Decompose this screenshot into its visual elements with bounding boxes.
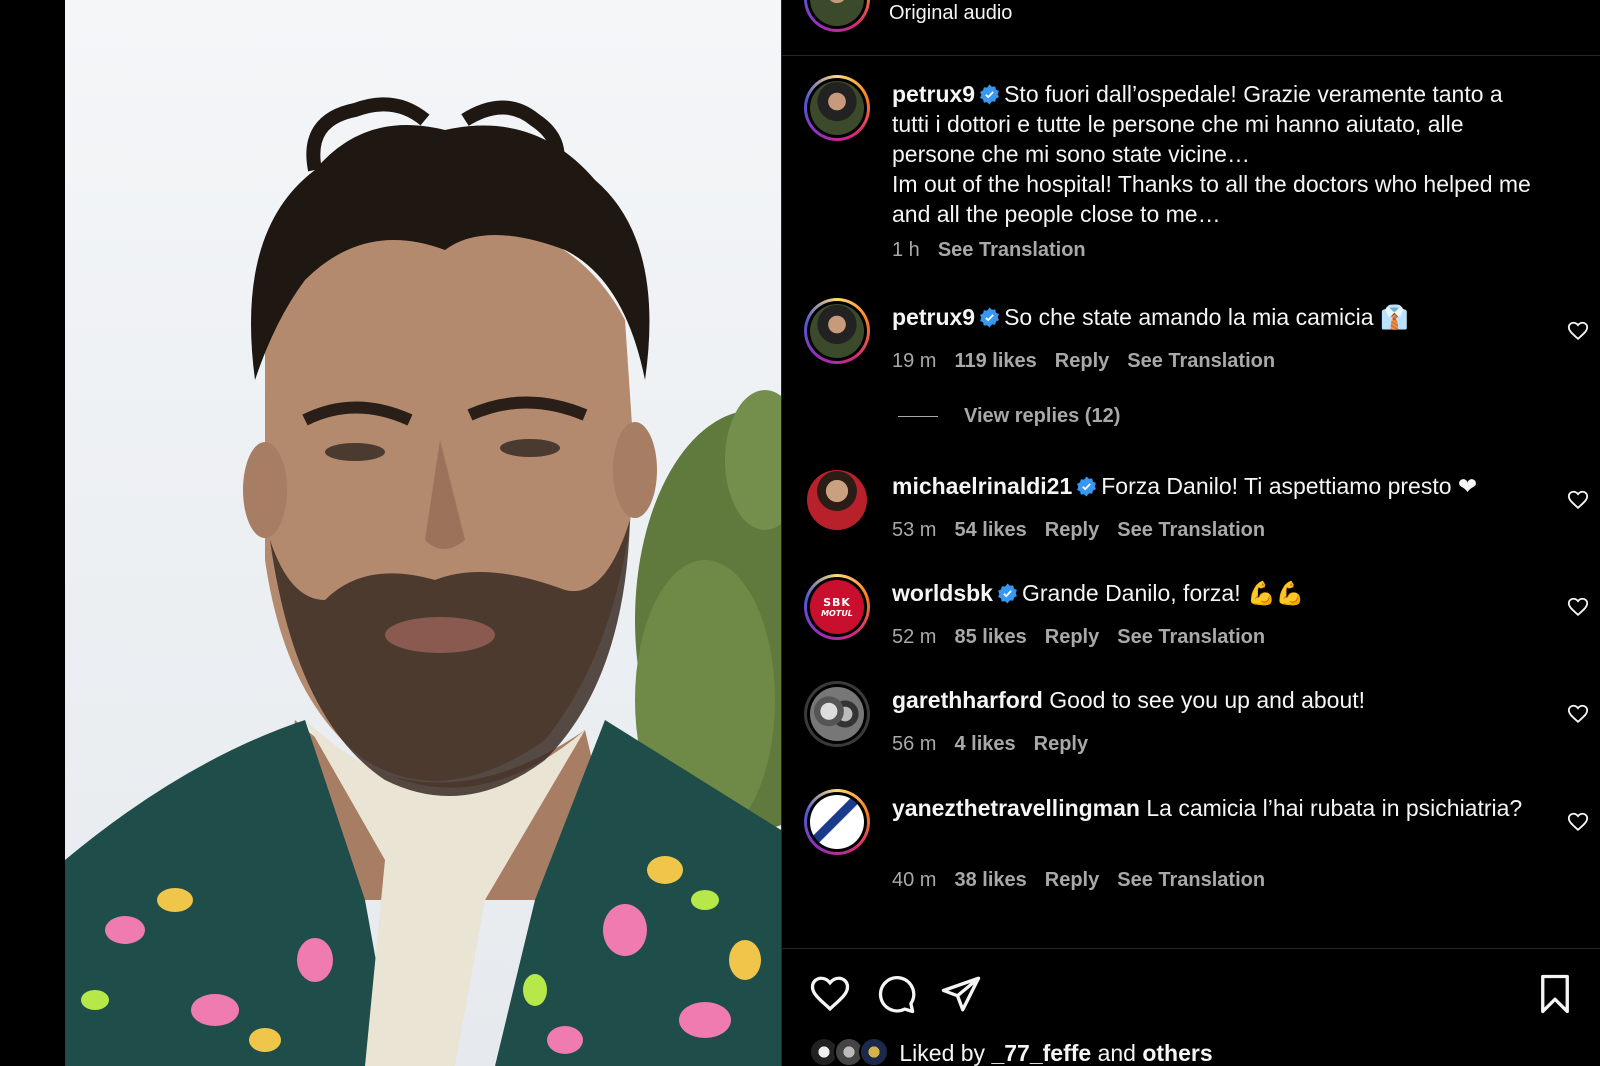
video-frame-illustration [65, 97, 781, 1066]
comments-panel: Original audio petrux9 Sto fuori dall’osp… [781, 0, 1600, 1066]
likes-count[interactable]: 54 likes [954, 519, 1026, 541]
liked-by-summary: Liked by _77_feffe and others [809, 1037, 1213, 1066]
verified-badge-icon [980, 84, 999, 105]
worldsbk-logo: SBK MOTUL [810, 580, 864, 634]
post-header: Original audio [782, 0, 1600, 56]
liked-by-prefix: Liked by [899, 1040, 986, 1066]
caption-time: 1 h [892, 239, 920, 261]
reply-button[interactable]: Reply [1045, 869, 1099, 891]
caption-text: petrux9 Sto fuori dall’ospedale! Grazie v… [892, 79, 1532, 229]
caption-meta: 1 h See Translation [892, 239, 1104, 262]
comment-meta: 56 m 4 likes Reply [892, 733, 1106, 756]
likes-count[interactable]: 4 likes [954, 733, 1015, 755]
view-replies-label: View replies (12) [964, 405, 1121, 427]
like-heart-icon[interactable] [1567, 811, 1589, 833]
comment-text: worldsbk Grande Danilo, forza! 💪💪 [892, 578, 1532, 608]
liker-avatars[interactable] [809, 1037, 893, 1066]
reply-button[interactable]: Reply [1045, 519, 1099, 541]
media-panel [0, 0, 781, 1066]
reply-button[interactable]: Reply [1055, 350, 1109, 372]
comment-text: petrux9 So che state amando la mia camici… [892, 302, 1532, 332]
avatar[interactable] [804, 75, 870, 141]
see-translation-link[interactable]: See Translation [938, 239, 1086, 261]
avatar[interactable] [804, 298, 870, 364]
comment-body: Good to see you up and about! [1049, 687, 1366, 713]
comment-text: garethharford Good to see you up and abo… [892, 685, 1532, 715]
comment-time: 19 m [892, 350, 937, 372]
verified-badge-icon [980, 307, 999, 328]
reply-button[interactable]: Reply [1034, 733, 1088, 755]
share-paper-plane-icon[interactable] [940, 973, 982, 1015]
comment-username[interactable]: michaelrinaldi21 [892, 473, 1072, 499]
comment-bubble-icon[interactable] [875, 973, 917, 1015]
author-avatar[interactable] [804, 0, 870, 32]
comment-time: 53 m [892, 519, 937, 541]
comment-meta: 19 m 119 likes Reply See Translation [892, 350, 1293, 373]
comment-username[interactable]: yanezthetravellingman [892, 795, 1140, 821]
comment-username[interactable]: worldsbk [892, 580, 993, 606]
likes-count[interactable]: 38 likes [954, 869, 1026, 891]
avatar[interactable] [804, 789, 870, 855]
avatar[interactable]: SBK MOTUL [804, 574, 870, 640]
bookmark-icon[interactable] [1534, 973, 1576, 1015]
comment-body: La camicia l’hai rubata in psichiatria? [1146, 795, 1523, 821]
comment-time: 40 m [892, 869, 937, 891]
likes-count[interactable]: 85 likes [954, 626, 1026, 648]
like-heart-icon[interactable] [809, 973, 851, 1015]
verified-badge-icon [1077, 476, 1097, 497]
comment-meta: 53 m 54 likes Reply See Translation [892, 519, 1283, 542]
comment-text: yanezthetravellingman La camicia l’hai r… [892, 793, 1532, 823]
comment-username[interactable]: garethharford [892, 687, 1043, 713]
caption-english: Im out of the hospital! Thanks to all th… [892, 171, 1531, 227]
like-heart-icon[interactable] [1567, 596, 1589, 618]
comment-time: 56 m [892, 733, 937, 755]
comment-body: So che state amando la mia camicia 👔 [1004, 304, 1409, 330]
post-actions: Liked by _77_feffe and others [782, 948, 1600, 1066]
replies-divider [898, 416, 938, 418]
caption-username[interactable]: petrux9 [892, 81, 975, 107]
see-translation-link[interactable]: See Translation [1127, 350, 1275, 372]
verified-badge-icon [998, 583, 1017, 604]
avatar[interactable] [804, 681, 870, 747]
see-translation-link[interactable]: See Translation [1117, 869, 1265, 891]
liked-by-middle: and [1097, 1040, 1136, 1066]
reel-video[interactable] [65, 0, 781, 1066]
liked-by-others[interactable]: others [1142, 1040, 1212, 1066]
comment-time: 52 m [892, 626, 937, 648]
reply-button[interactable]: Reply [1045, 626, 1099, 648]
comment-meta: 40 m 38 likes Reply See Translation [892, 869, 1283, 892]
comment-body: Grande Danilo, forza! 💪💪 [1021, 580, 1305, 606]
like-heart-icon[interactable] [1567, 489, 1589, 511]
comment-username[interactable]: petrux9 [892, 304, 975, 330]
like-heart-icon[interactable] [1567, 320, 1589, 342]
avatar[interactable] [804, 467, 870, 533]
view-replies-button[interactable]: View replies (12) [898, 405, 1120, 428]
liked-by-user[interactable]: _77_feffe [991, 1040, 1091, 1066]
comment-body: Forza Danilo! Ti aspettiamo presto ❤ [1101, 473, 1478, 499]
see-translation-link[interactable]: See Translation [1117, 626, 1265, 648]
see-translation-link[interactable]: See Translation [1117, 519, 1265, 541]
like-heart-icon[interactable] [1567, 703, 1589, 725]
comment-meta: 52 m 85 likes Reply See Translation [892, 626, 1283, 649]
audio-label[interactable]: Original audio [889, 2, 1012, 25]
comments-list[interactable]: petrux9 Sto fuori dall’ospedale! Grazie v… [782, 57, 1600, 947]
likes-count[interactable]: 119 likes [954, 350, 1036, 372]
comment-text: michaelrinaldi21 Forza Danilo! Ti aspetti… [892, 471, 1532, 501]
